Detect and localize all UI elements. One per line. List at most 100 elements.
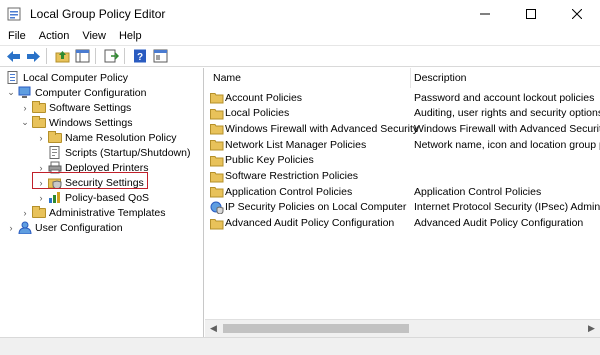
tree-item-scripts[interactable]: Scripts (Startup/Shutdown): [46, 145, 190, 160]
menu-action[interactable]: Action: [34, 30, 75, 42]
policy-document-icon: [6, 71, 20, 84]
list-item[interactable]: Public Key Policies: [205, 153, 600, 168]
back-button[interactable]: [4, 47, 22, 65]
computer-icon: [18, 86, 32, 99]
tree-item-local-computer-policy[interactable]: Local Computer Policy: [4, 70, 128, 85]
column-header-name[interactable]: Name: [213, 72, 241, 84]
tree-label: Policy-based QoS: [65, 191, 150, 204]
maximize-button[interactable]: [508, 0, 554, 27]
tree-label: Software Settings: [49, 101, 132, 114]
chevron-right-icon[interactable]: ›: [20, 208, 30, 218]
chevron-right-icon[interactable]: ›: [36, 193, 46, 203]
chevron-right-icon[interactable]: ›: [6, 223, 16, 233]
list-item[interactable]: Advanced Audit Policy Configuration Advan…: [205, 216, 600, 231]
tree-label: Local Computer Policy: [23, 71, 129, 84]
menu-file[interactable]: File: [3, 30, 31, 42]
minimize-icon: [480, 13, 490, 14]
list-item[interactable]: Windows Firewall with Advanced Security W…: [205, 121, 600, 136]
chevron-right-icon[interactable]: ›: [20, 103, 30, 113]
window-title: Local Group Policy Editor: [30, 6, 166, 21]
toolbar: ?: [0, 45, 600, 67]
up-folder-icon: [55, 51, 69, 63]
chevron-down-icon[interactable]: ⌄: [20, 117, 30, 128]
chevron-right-icon[interactable]: ›: [36, 133, 46, 143]
list-item[interactable]: Application Control Policies Application …: [205, 184, 600, 199]
chevron-right-icon[interactable]: ›: [36, 163, 46, 173]
list-item-description: Auditing, user rights and security optio…: [414, 107, 600, 120]
properties-icon: [153, 49, 167, 63]
forward-button[interactable]: [24, 47, 42, 65]
folder-icon: [32, 206, 46, 219]
folder-icon: [48, 131, 62, 144]
up-one-level-button[interactable]: [53, 47, 71, 65]
folder-icon: [210, 185, 224, 198]
folder-icon: [210, 138, 224, 151]
scrollbar-thumb[interactable]: [223, 324, 409, 333]
folder-icon: [32, 101, 46, 114]
column-headers: Name Description: [205, 68, 600, 88]
menu-bar: File Action View Help: [0, 27, 600, 45]
horizontal-scrollbar[interactable]: ◀ ▶: [205, 319, 600, 337]
tree-item-name-resolution-policy[interactable]: › Name Resolution Policy: [36, 130, 176, 145]
tree-item-windows-settings[interactable]: ⌄ Windows Settings: [20, 115, 132, 130]
properties-button[interactable]: [151, 47, 169, 65]
list-item-name: Public Key Policies: [225, 154, 314, 167]
list-item[interactable]: Software Restriction Policies: [205, 169, 600, 184]
forward-arrow-icon: [26, 50, 40, 62]
menu-view[interactable]: View: [77, 30, 111, 42]
list-item[interactable]: IP Security Policies on Local Computer In…: [205, 200, 600, 215]
folder-icon: [210, 154, 224, 167]
script-document-icon: [48, 146, 62, 159]
gpedit-app-icon: [7, 6, 23, 22]
console-tree[interactable]: Local Computer Policy ⌄ Computer Configu…: [0, 68, 204, 355]
tree-item-user-configuration[interactable]: › User Configuration: [6, 220, 123, 235]
list-item-name: Advanced Audit Policy Configuration: [225, 217, 395, 230]
tree-label: Administrative Templates: [49, 206, 166, 219]
scroll-left-icon[interactable]: ◀: [205, 320, 222, 337]
list-item-description: Network name, icon and location group po: [414, 138, 600, 151]
export-list-icon: [104, 49, 119, 63]
list-item-name: IP Security Policies on Local Computer: [225, 201, 407, 214]
folder-icon: [210, 91, 224, 104]
tree-item-policy-based-qos[interactable]: › Policy-based QoS: [36, 190, 150, 205]
tree-label: Computer Configuration: [35, 86, 147, 99]
toolbar-separator: [46, 48, 47, 64]
tree-label: Name Resolution Policy: [65, 131, 177, 144]
tree-label: Windows Settings: [49, 116, 133, 129]
close-icon: [572, 8, 582, 19]
ipsec-shield-icon: [210, 201, 224, 215]
close-button[interactable]: [554, 0, 600, 27]
export-list-button[interactable]: [102, 47, 120, 65]
list-item-description: Application Control Policies: [414, 185, 542, 198]
tree-item-computer-configuration[interactable]: ⌄ Computer Configuration: [6, 85, 146, 100]
svg-text:?: ?: [136, 52, 142, 63]
help-icon: ?: [133, 49, 146, 63]
list-item-description: Internet Protocol Security (IPsec) Admin…: [414, 201, 600, 214]
tree-item-administrative-templates[interactable]: › Administrative Templates: [20, 205, 166, 220]
list-item[interactable]: Account Policies Password and account loc…: [205, 90, 600, 105]
toolbar-separator: [95, 48, 96, 64]
list-item-name: Windows Firewall with Advanced Security: [225, 122, 419, 135]
list-item-description: Password and account lockout policies: [414, 91, 595, 104]
toolbar-separator: [124, 48, 125, 64]
list-item-name: Local Policies: [225, 107, 290, 120]
security-settings-highlight: [32, 172, 148, 189]
details-pane[interactable]: Name Description Account Policies Passwor…: [205, 68, 600, 355]
list-item-description: Windows Firewall with Advanced Security: [414, 122, 600, 135]
tree-item-software-settings[interactable]: › Software Settings: [20, 100, 131, 115]
list-item-name: Network List Manager Policies: [225, 138, 367, 151]
show-hide-tree-button[interactable]: [73, 47, 91, 65]
back-arrow-icon: [6, 50, 20, 62]
scroll-right-icon[interactable]: ▶: [583, 320, 600, 337]
list-item[interactable]: Network List Manager Policies Network nam…: [205, 137, 600, 152]
help-button[interactable]: ?: [131, 47, 149, 65]
list-item-name: Software Restriction Policies: [225, 170, 359, 182]
column-header-description[interactable]: Description: [414, 72, 467, 84]
column-divider[interactable]: [410, 68, 411, 88]
menu-help[interactable]: Help: [114, 30, 147, 42]
show-hide-tree-icon: [75, 49, 89, 63]
list-item[interactable]: Local Policies Auditing, user rights and …: [205, 106, 600, 121]
chevron-down-icon[interactable]: ⌄: [6, 87, 16, 98]
minimize-button[interactable]: [462, 0, 508, 27]
list-item-name: Application Control Policies: [225, 185, 353, 198]
